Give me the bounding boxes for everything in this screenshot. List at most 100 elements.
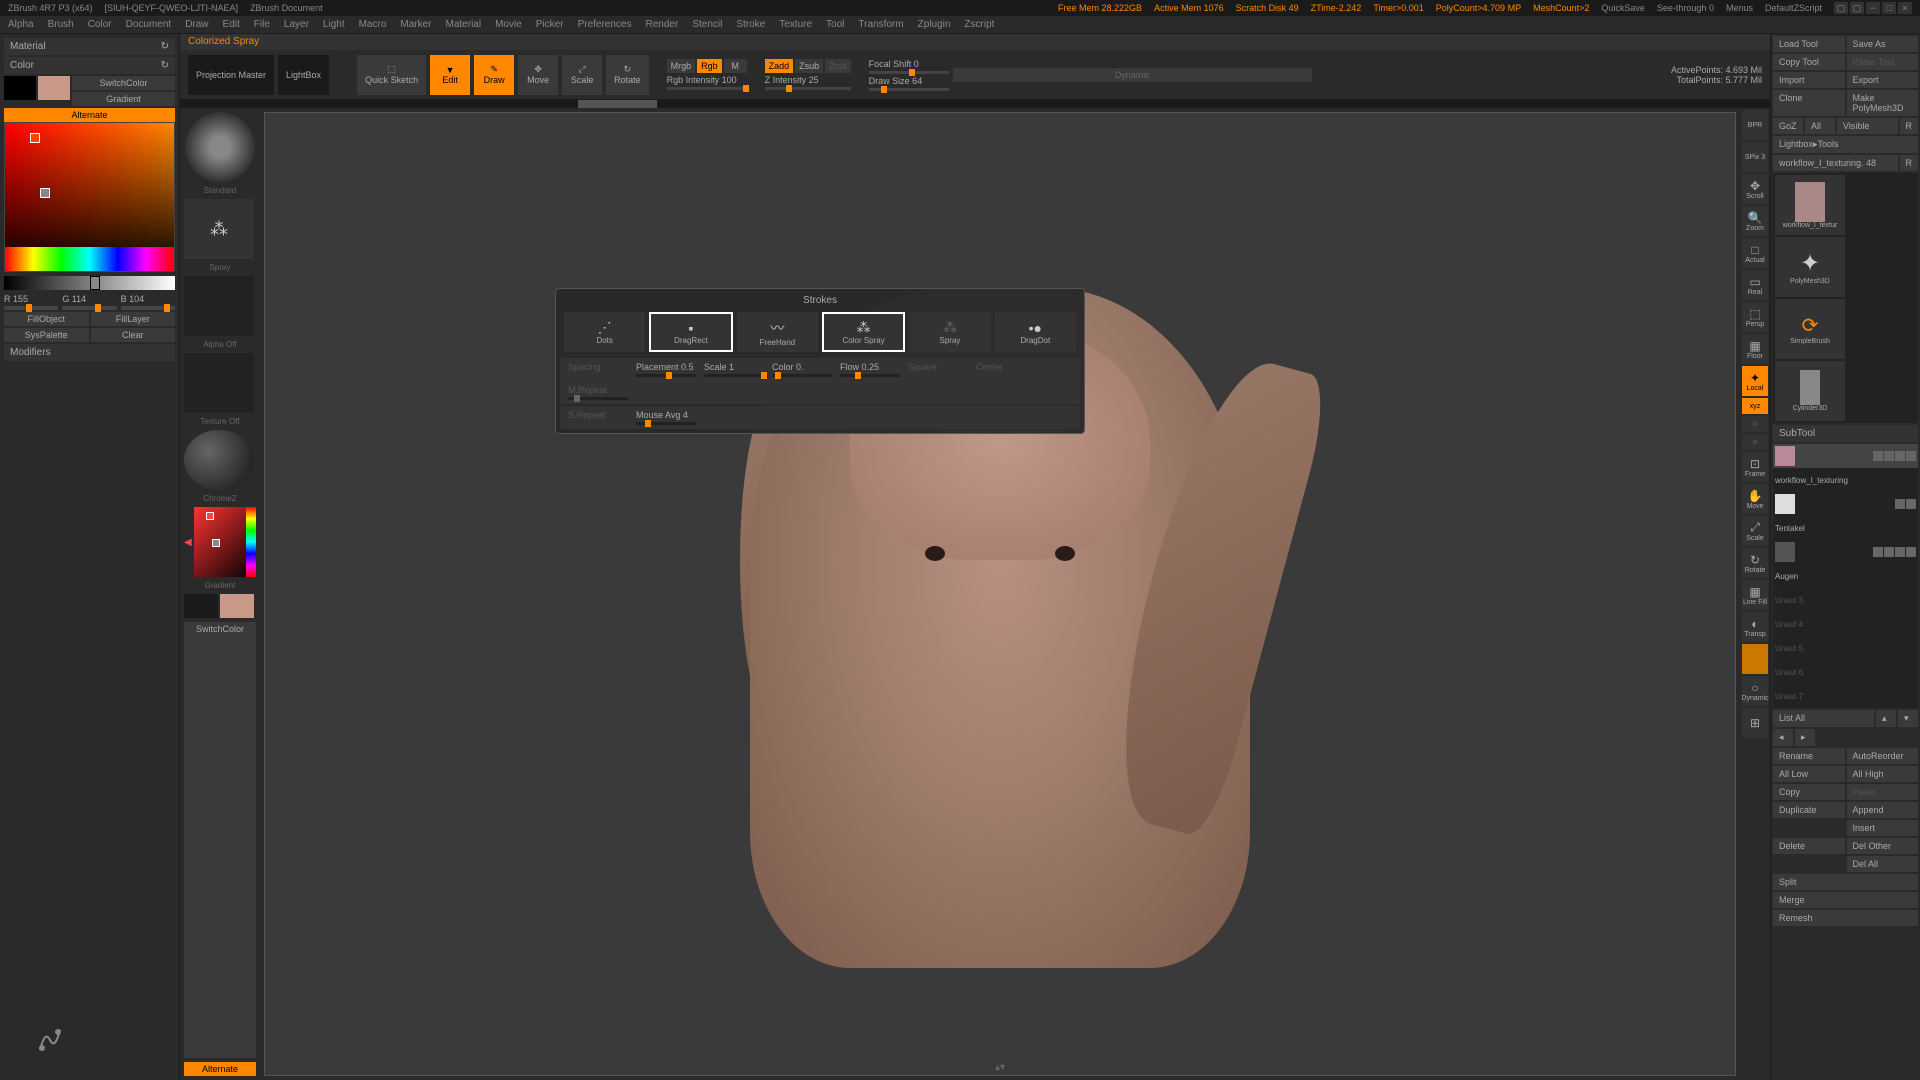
subtool-item-2[interactable]: Tentakel bbox=[1773, 516, 1918, 540]
paste-tool-button[interactable]: Paste Tool bbox=[1847, 54, 1919, 70]
fillobject-button[interactable]: FillObject bbox=[4, 312, 89, 326]
menu-document[interactable]: Document bbox=[126, 19, 172, 30]
goz-r-button[interactable]: R bbox=[1900, 118, 1919, 134]
zsub-button[interactable]: Zsub bbox=[795, 59, 823, 73]
menu-brush[interactable]: Brush bbox=[48, 19, 74, 30]
zcut-button[interactable]: Zcut bbox=[825, 59, 851, 73]
tool-thumb-3[interactable]: ⟳SimpleBrush bbox=[1775, 299, 1845, 359]
menu-picker[interactable]: Picker bbox=[536, 19, 564, 30]
local-button[interactable]: ✦Local bbox=[1742, 366, 1768, 396]
secondary-swatch-2[interactable] bbox=[184, 594, 218, 618]
subtool-item-4[interactable]: Augen bbox=[1773, 564, 1918, 588]
nav-rotate-button[interactable]: ↻Rotate bbox=[1742, 548, 1768, 578]
window-btn-2[interactable]: ▢ bbox=[1850, 2, 1864, 14]
subtool-item-5[interactable]: Unaut 3 bbox=[1773, 588, 1918, 612]
menu-light[interactable]: Light bbox=[323, 19, 345, 30]
modifiers-header[interactable]: Modifiers bbox=[4, 344, 175, 361]
stroke-dots[interactable]: ⋰Dots bbox=[564, 312, 645, 352]
dynamic-nav-button[interactable]: ○Dynamic bbox=[1742, 676, 1768, 706]
gray-slider[interactable] bbox=[4, 276, 175, 290]
rgb-button[interactable]: Rgb bbox=[697, 59, 722, 73]
subtool-item-9[interactable]: Unaut 7 bbox=[1773, 684, 1918, 708]
floor-button[interactable]: ▦Floor bbox=[1742, 334, 1768, 364]
default-script[interactable]: DefaultZScript bbox=[1765, 3, 1822, 13]
menu-marker[interactable]: Marker bbox=[400, 19, 431, 30]
zadd-button[interactable]: Zadd bbox=[765, 59, 794, 73]
del-all-button[interactable]: Del All bbox=[1847, 856, 1919, 872]
menu-stencil[interactable]: Stencil bbox=[692, 19, 722, 30]
persp-button[interactable]: ⬚Persp bbox=[1742, 302, 1768, 332]
subtool-item-label-0[interactable]: workflow_I_texturing bbox=[1773, 468, 1918, 492]
g-value[interactable]: G 114 bbox=[62, 294, 86, 304]
secondary-color-swatch[interactable] bbox=[4, 76, 36, 100]
scroll-button[interactable]: ✥Scroll bbox=[1742, 174, 1768, 204]
goz-all-button[interactable]: All bbox=[1805, 118, 1835, 134]
subtool-item-0[interactable] bbox=[1773, 444, 1918, 468]
mouse-avg-slider[interactable]: Mouse Avg 4 bbox=[636, 410, 696, 420]
material-thumbnail[interactable] bbox=[184, 430, 254, 490]
all-high-button[interactable]: All High bbox=[1847, 766, 1919, 782]
mrgb-button[interactable]: Mrgb bbox=[667, 59, 696, 73]
menu-edit[interactable]: Edit bbox=[223, 19, 240, 30]
zoom-button[interactable]: 🔍Zoom bbox=[1742, 206, 1768, 236]
menu-render[interactable]: Render bbox=[646, 19, 679, 30]
xyz-button[interactable]: xyz bbox=[1742, 398, 1768, 414]
menu-macro[interactable]: Macro bbox=[359, 19, 387, 30]
subtool-item-7[interactable]: Unaut 5 bbox=[1773, 636, 1918, 660]
frame-button[interactable]: ⊡Frame bbox=[1742, 452, 1768, 482]
viewport-resize-handle[interactable]: ▴▾ bbox=[995, 1062, 1005, 1073]
list-all-button[interactable]: List All bbox=[1773, 710, 1874, 727]
bpr-button[interactable]: BPR bbox=[1742, 110, 1768, 140]
menu-alpha[interactable]: Alpha bbox=[8, 19, 34, 30]
window-btn-1[interactable]: ▢ bbox=[1834, 2, 1848, 14]
nav-highlight-button[interactable] bbox=[1742, 644, 1768, 674]
copy-button[interactable]: Copy bbox=[1773, 784, 1845, 800]
subtool-item-8[interactable]: Unaut 6 bbox=[1773, 660, 1918, 684]
scale-slider[interactable]: Scale 1 bbox=[704, 362, 764, 372]
actual-button[interactable]: □Actual bbox=[1742, 238, 1768, 268]
color-picker[interactable] bbox=[4, 122, 175, 272]
minimize-button[interactable]: − bbox=[1866, 2, 1880, 14]
duplicate-button[interactable]: Duplicate bbox=[1773, 802, 1845, 818]
projection-master-button[interactable]: Projection Master bbox=[188, 55, 274, 95]
tool-name-field[interactable]: workflow_I_texturing. 48 bbox=[1773, 155, 1898, 171]
menu-transform[interactable]: Transform bbox=[858, 19, 903, 30]
merge-button[interactable]: Merge bbox=[1773, 892, 1918, 908]
filllayer-button[interactable]: FillLayer bbox=[91, 312, 176, 326]
menu-draw[interactable]: Draw bbox=[185, 19, 208, 30]
tool-thumb-1[interactable]: workflow_I_textur bbox=[1775, 175, 1845, 235]
primary-color-swatch[interactable] bbox=[38, 76, 70, 100]
menu-layer[interactable]: Layer bbox=[284, 19, 309, 30]
lightbox-tools-button[interactable]: Lightbox▸Tools bbox=[1773, 136, 1918, 153]
split-button[interactable]: Split bbox=[1773, 874, 1918, 890]
menu-preferences[interactable]: Preferences bbox=[578, 19, 632, 30]
r-value[interactable]: R 155 bbox=[4, 294, 28, 304]
subtool-next-button[interactable]: ▸ bbox=[1795, 729, 1815, 746]
all-low-button[interactable]: All Low bbox=[1773, 766, 1845, 782]
syspalette-button[interactable]: SysPalette bbox=[4, 328, 89, 342]
menu-stroke[interactable]: Stroke bbox=[736, 19, 765, 30]
subtool-up-button[interactable]: ▴ bbox=[1876, 710, 1896, 727]
make-polymesh-button[interactable]: Make PolyMesh3D bbox=[1847, 90, 1919, 116]
export-button[interactable]: Export bbox=[1847, 72, 1919, 88]
copy-tool-button[interactable]: Copy Tool bbox=[1773, 54, 1845, 70]
menu-zscript[interactable]: Zscript bbox=[964, 19, 994, 30]
stroke-colorspray[interactable]: ⁂Color Spray bbox=[822, 312, 905, 352]
quicksketch-button[interactable]: ⬚Quick Sketch bbox=[357, 55, 426, 95]
spix-button[interactable]: SPix 3 bbox=[1742, 142, 1768, 172]
draw-button[interactable]: ✎Draw bbox=[474, 55, 514, 95]
rename-button[interactable]: Rename bbox=[1773, 748, 1845, 764]
lightbox-button[interactable]: LightBox bbox=[278, 55, 329, 95]
stroke-dragrect[interactable]: ▪DragRect bbox=[649, 312, 732, 352]
nav-dot-1[interactable]: ○ bbox=[1742, 416, 1768, 432]
menu-color[interactable]: Color bbox=[88, 19, 112, 30]
b-value[interactable]: B 104 bbox=[121, 294, 145, 304]
gradient-picker[interactable] bbox=[194, 507, 256, 577]
close-button[interactable]: × bbox=[1898, 2, 1912, 14]
save-as-button[interactable]: Save As bbox=[1847, 36, 1919, 52]
clear-button[interactable]: Clear bbox=[91, 328, 176, 342]
tool-r-button[interactable]: R bbox=[1900, 155, 1919, 171]
edit-button[interactable]: ▼Edit bbox=[430, 55, 470, 95]
tool-thumb-2[interactable]: ✦PolyMesh3D bbox=[1775, 237, 1845, 297]
switchcolor-button[interactable]: SwitchColor bbox=[72, 76, 175, 90]
